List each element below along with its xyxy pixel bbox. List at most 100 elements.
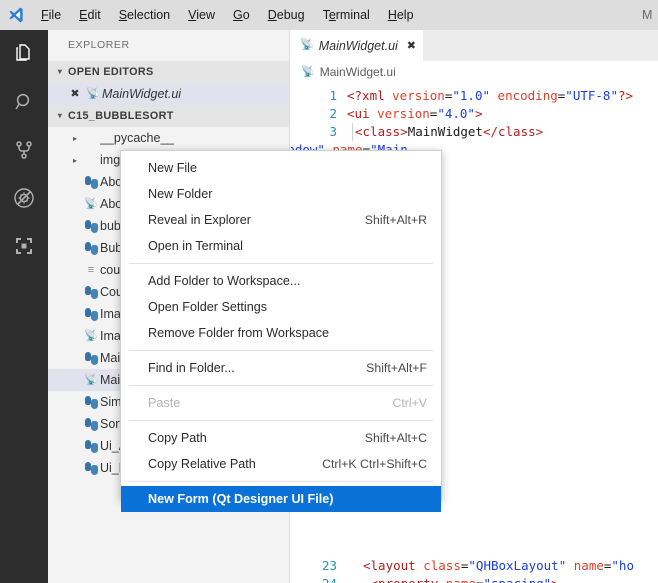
context-menu-item[interactable]: Find in Folder... Shift+Alt+F — [121, 355, 441, 381]
explorer-context-menu[interactable]: New File New Folder Reveal in Explorer Shif… — [120, 150, 442, 512]
open-editor-label: MainWidget.ui — [102, 87, 182, 101]
chevron-right-icon[interactable]: ▸ — [68, 134, 82, 143]
context-menu-item-label: New Form (Qt Designer UI File) — [148, 492, 334, 506]
context-menu-item-label: Paste — [148, 396, 181, 410]
ui-file-icon: 📡 — [301, 65, 315, 78]
context-menu-item[interactable]: Reveal in Explorer Shift+Alt+R — [121, 207, 441, 233]
ui-file-icon: 📡 — [84, 329, 98, 342]
menu-separator — [129, 481, 433, 482]
context-menu-item[interactable]: Copy Path Shift+Alt+C — [121, 425, 441, 451]
menu-file[interactable]: File — [32, 0, 70, 30]
menu-view[interactable]: View — [179, 0, 224, 30]
context-menu-item-shortcut: Ctrl+K Ctrl+Shift+C — [322, 457, 427, 471]
python-file-icon — [82, 439, 100, 453]
code-line: 2 <ui version="4.0"> — [291, 105, 658, 123]
ui-file-icon: 📡 — [84, 197, 98, 210]
source-control-icon[interactable] — [0, 126, 48, 174]
tab-close-icon[interactable]: ✖ — [407, 39, 416, 52]
title-menu-bar: File Edit Selection View Go Debug Termin… — [0, 0, 658, 30]
code-text: <layout class="QHBoxLayout" name="ho — [363, 558, 634, 573]
explorer-icon[interactable] — [0, 30, 48, 78]
context-menu-item-label: Copy Path — [148, 431, 207, 445]
close-icon[interactable]: ✖ — [66, 83, 84, 105]
context-menu-item-label: Add Folder to Workspace... — [148, 274, 301, 288]
context-menu-item-label: New File — [148, 161, 197, 175]
run-and-debug-icon[interactable] — [0, 174, 48, 222]
file-tree-item-label: __pycache__ — [100, 131, 175, 145]
code-line: 3 <class>MainWidget</class> — [291, 123, 658, 141]
context-menu-item-shortcut: Shift+Alt+F — [366, 361, 427, 375]
context-menu-item[interactable]: New Form (Qt Designer UI File) — [121, 486, 441, 512]
python-file-icon — [82, 461, 100, 475]
activity-bar — [0, 30, 48, 583]
chevron-right-icon[interactable]: ▸ — [68, 156, 82, 165]
context-menu-item-label: Open in Terminal — [148, 239, 243, 253]
menu-separator — [129, 420, 433, 421]
chevron-down-icon: ▾ — [57, 67, 63, 76]
menu-debug[interactable]: Debug — [259, 0, 314, 30]
menu-terminal[interactable]: Terminal — [314, 0, 379, 30]
indent-guide — [352, 123, 353, 141]
context-menu-item[interactable]: New File — [121, 155, 441, 181]
code-text: <class>MainWidget</class> — [355, 124, 544, 139]
open-editor-item-mainwidget-ui[interactable]: ✖ 📡 MainWidget.ui — [48, 83, 289, 105]
python-file-icon — [82, 395, 100, 409]
context-menu-item[interactable]: Copy Relative Path Ctrl+K Ctrl+Shift+C — [121, 451, 441, 477]
vscode-window: File Edit Selection View Go Debug Termin… — [0, 0, 658, 583]
file-tree-item-label: img — [100, 153, 121, 167]
context-menu-item-label: Remove Folder from Workspace — [148, 326, 330, 340]
context-menu-item-shortcut: Shift+Alt+R — [364, 213, 427, 227]
menu-separator — [129, 350, 433, 351]
context-menu-item-label: Open Folder Settings — [148, 300, 268, 314]
tab-mainwidget-ui[interactable]: 📡 MainWidget.ui ✖ — [291, 30, 424, 61]
chevron-down-icon: ▾ — [57, 111, 63, 120]
python-file-icon — [82, 285, 100, 299]
sidebar-title: EXPLORER — [68, 39, 130, 51]
code-text: <property name="spacing"> — [363, 575, 559, 583]
breadcrumb[interactable]: 📡 MainWidget.ui — [291, 61, 658, 83]
python-file-icon — [82, 351, 100, 365]
menu-edit[interactable]: Edit — [70, 0, 110, 30]
ui-file-icon: 📡 — [84, 373, 98, 386]
code-line: 23 <layout class="QHBoxLayout" name="ho — [291, 557, 658, 575]
context-menu-item[interactable]: Open in Terminal — [121, 233, 441, 259]
context-menu-item[interactable]: Add Folder to Workspace... — [121, 268, 441, 294]
context-menu-item-shortcut: Ctrl+V — [392, 396, 427, 410]
context-menu-item-label: New Folder — [148, 187, 213, 201]
context-menu-item-label: Find in Folder... — [148, 361, 235, 375]
line-number: 2 — [329, 106, 337, 121]
ui-file-icon: 📡 — [300, 39, 314, 51]
context-menu-item[interactable]: New Folder — [121, 181, 441, 207]
context-menu-item-label: Copy Relative Path — [148, 457, 256, 471]
context-menu-item[interactable]: Remove Folder from Workspace — [121, 320, 441, 346]
menu-go[interactable]: Go — [224, 0, 259, 30]
python-file-icon — [82, 175, 100, 189]
menu-selection[interactable]: Selection — [110, 0, 179, 30]
file-tree-item[interactable]: ▸ __pycache__ — [48, 127, 289, 149]
python-file-icon — [82, 219, 100, 233]
line-number: 23 — [321, 558, 337, 573]
search-icon[interactable] — [0, 78, 48, 126]
menu-bar: File Edit Selection View Go Debug Termin… — [32, 0, 423, 30]
window-title: M — [642, 8, 653, 22]
menu-separator — [129, 263, 433, 264]
extensions-icon[interactable] — [0, 222, 48, 270]
text-file-icon: ≡ — [87, 263, 95, 276]
ui-file-icon: 📡 — [86, 87, 100, 100]
workspace-folder-label: C15_BUBBLESORT — [68, 110, 174, 122]
python-file-icon — [82, 241, 100, 255]
context-menu-item[interactable]: Open Folder Settings — [121, 294, 441, 320]
context-menu-item-label: Reveal in Explorer — [148, 213, 251, 227]
menu-help[interactable]: Help — [379, 0, 423, 30]
line-number: 3 — [329, 124, 337, 139]
open-editors-header[interactable]: ▾ OPEN EDITORS — [48, 61, 289, 83]
context-menu-item: Paste Ctrl+V — [121, 390, 441, 416]
tab-label: MainWidget.ui — [318, 38, 398, 53]
code-text: <ui version="4.0"> — [347, 106, 483, 121]
workspace-folder-header[interactable]: ▾ C15_BUBBLESORT — [48, 105, 289, 127]
breadcrumb-label: MainWidget.ui — [319, 65, 396, 79]
vscode-logo-icon — [0, 0, 32, 30]
open-editors-label: OPEN EDITORS — [68, 66, 154, 78]
context-menu-item-shortcut: Shift+Alt+C — [364, 431, 427, 445]
editor-tab-bar: 📡 MainWidget.ui ✖ — [291, 30, 658, 61]
